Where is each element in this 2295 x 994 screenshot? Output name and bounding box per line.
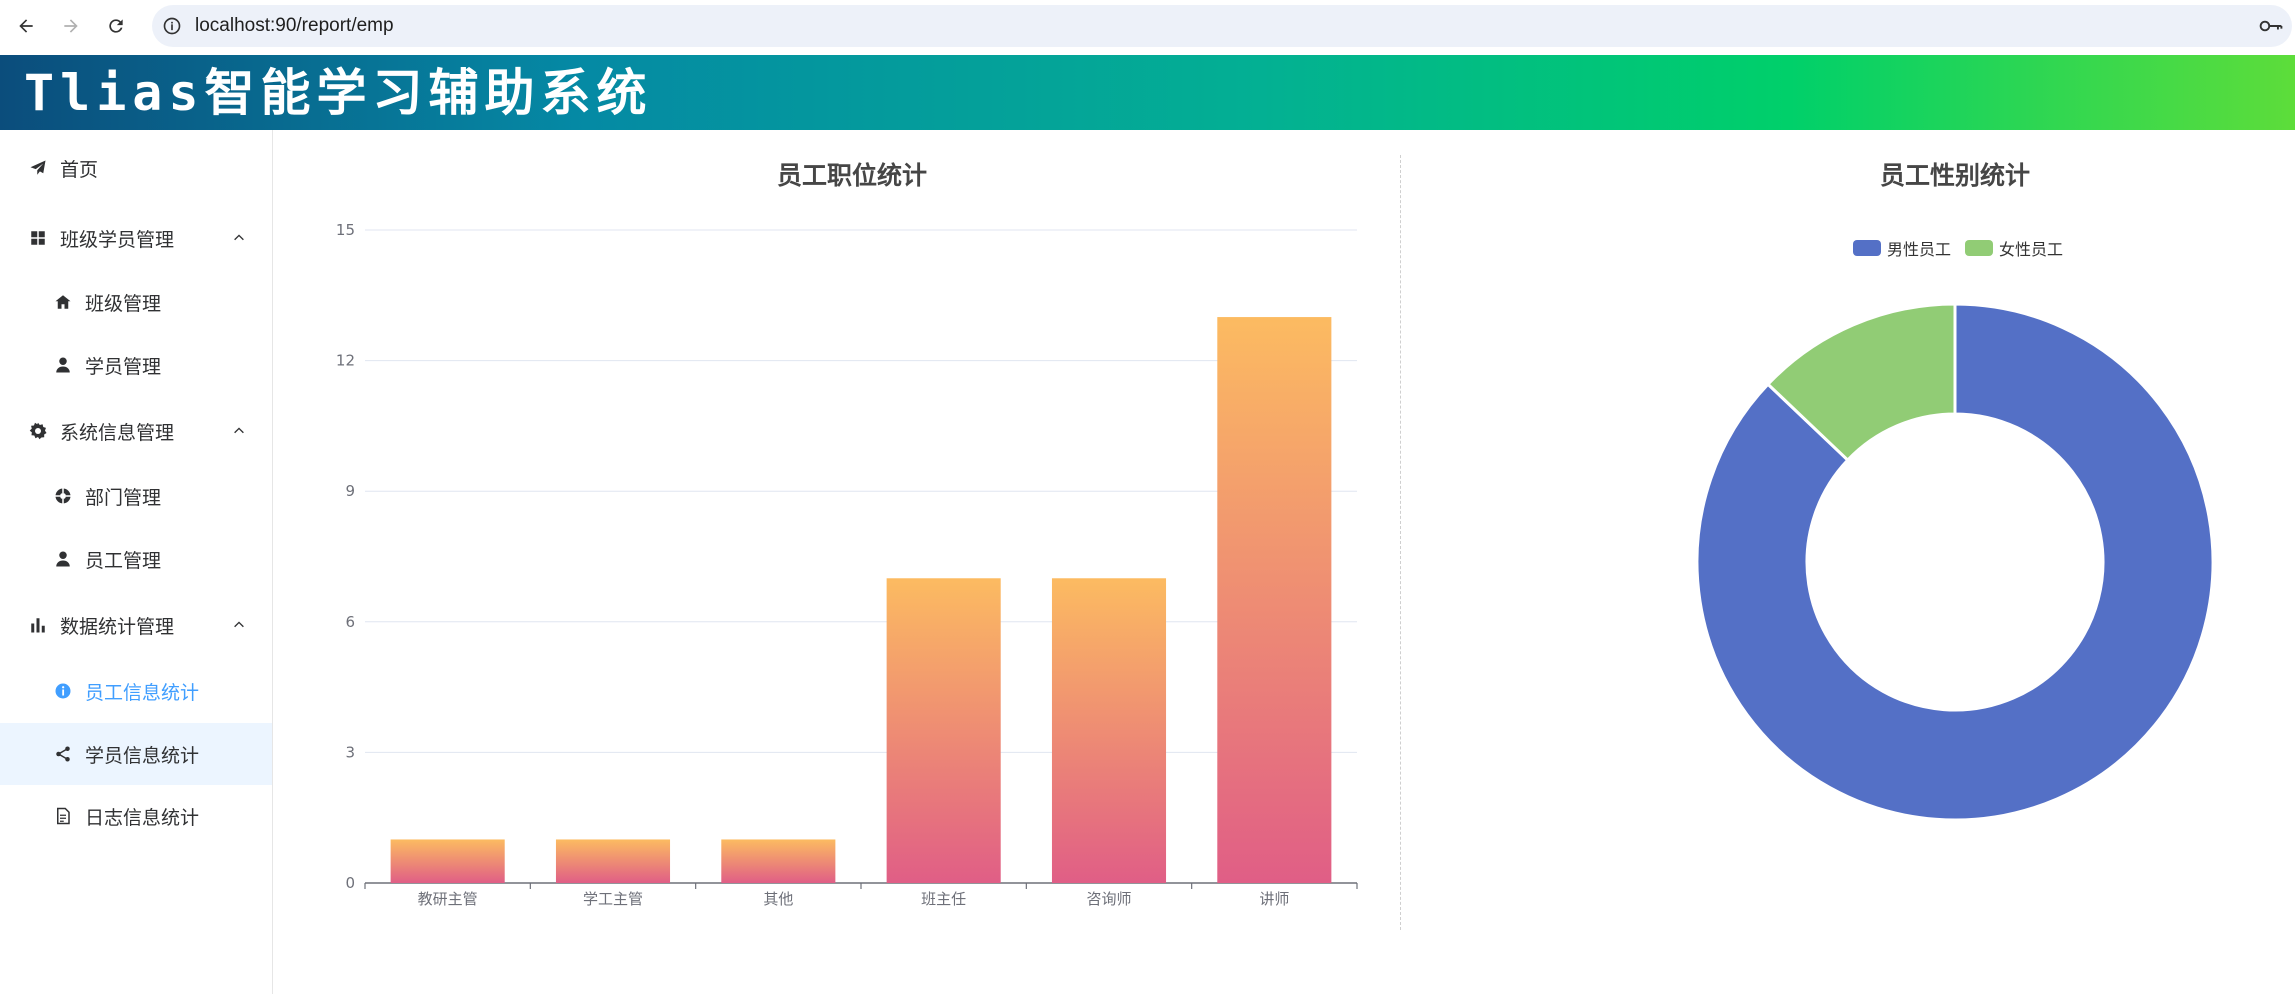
user-icon — [53, 355, 73, 375]
reload-icon[interactable] — [102, 12, 130, 40]
bar[interactable] — [1217, 317, 1332, 883]
grid-icon — [28, 228, 48, 248]
sidebar-item-home[interactable]: 首页 — [0, 137, 272, 199]
sidebar-item-label: 员工信息统计 — [85, 681, 200, 704]
legend-label: 女性员工 — [1999, 240, 2064, 259]
y-tick-label: 6 — [345, 613, 355, 631]
chevron-up-icon — [234, 427, 244, 434]
password-key-icon[interactable] — [2258, 16, 2284, 36]
sidebar-item-label: 学员管理 — [85, 355, 162, 378]
submenu-system-info[interactable]: 系统信息管理 — [0, 400, 272, 462]
chevron-up-icon — [234, 621, 244, 628]
chart-divider — [1400, 155, 1401, 930]
legend-label: 男性员工 — [1887, 240, 1952, 259]
sidebar-item-label: 员工管理 — [85, 549, 162, 572]
document-icon — [53, 806, 73, 826]
y-tick-label: 9 — [345, 482, 355, 500]
app-header: Tlias智能学习辅助系统 — [0, 55, 2295, 130]
paper-plane-icon — [28, 158, 48, 178]
back-arrow-icon[interactable] — [12, 12, 40, 40]
url-text[interactable]: localhost:90/report/emp — [195, 15, 394, 37]
sidebar-item-label: 学员信息统计 — [85, 744, 200, 767]
x-tick-label: 教研主管 — [418, 890, 478, 908]
bar[interactable] — [1051, 578, 1167, 883]
site-info-icon[interactable] — [162, 16, 182, 36]
bar-chart-icon — [28, 615, 48, 635]
pie-chart-title: 员工性别统计 — [1879, 161, 2030, 190]
submenu-label: 班级学员管理 — [60, 228, 175, 251]
legend-item-female[interactable]: 女性员工 — [1965, 236, 2063, 260]
y-tick-label: 3 — [345, 743, 355, 761]
info-icon — [53, 681, 73, 701]
sidebar-item-label: 班级管理 — [85, 292, 162, 315]
app-title: Tlias智能学习辅助系统 — [24, 64, 653, 122]
submenu-label: 数据统计管理 — [60, 615, 175, 638]
pie-legend: 男性员工 女性员工 — [1853, 237, 2077, 259]
home-icon — [53, 292, 73, 312]
sidebar-item-class-management[interactable]: 班级管理 — [0, 271, 272, 333]
bar[interactable] — [555, 839, 671, 883]
aperture-icon — [53, 486, 73, 506]
x-tick-label: 咨询师 — [1086, 890, 1131, 908]
x-tick-label: 学工主管 — [583, 890, 643, 908]
y-tick-label: 0 — [345, 874, 355, 892]
user-icon — [53, 549, 73, 569]
submenu-data-statistics[interactable]: 数据统计管理 — [0, 594, 272, 656]
sidebar-item-department-management[interactable]: 部门管理 — [0, 465, 272, 527]
submenu-class-student[interactable]: 班级学员管理 — [0, 207, 272, 269]
address-bar[interactable]: localhost:90/report/emp — [152, 5, 2292, 47]
position-bar-chart: 0 3 6 9 12 15 教研主管 学工主管 其他 班主任 咨询师 讲师 — [336, 221, 1358, 908]
browser-toolbar: localhost:90/report/emp — [0, 0, 2295, 55]
bar-chart-title: 员工职位统计 — [776, 161, 927, 190]
gender-donut-chart — [1695, 302, 2215, 822]
sidebar-item-student-management[interactable]: 学员管理 — [0, 334, 272, 396]
legend-item-male[interactable]: 男性员工 — [1853, 236, 1951, 260]
sidebar-item-employee-management[interactable]: 员工管理 — [0, 528, 272, 590]
legend-swatch — [1965, 240, 1994, 256]
bar[interactable] — [390, 839, 505, 883]
legend-swatch — [1853, 240, 1881, 256]
chevron-up-icon — [234, 234, 244, 241]
submenu-label: 系统信息管理 — [60, 421, 175, 444]
gear-icon — [28, 421, 48, 441]
sidebar-item-employee-statistics[interactable]: 员工信息统计 — [0, 660, 272, 722]
y-tick-label: 15 — [336, 221, 355, 239]
x-tick-label: 讲师 — [1259, 890, 1289, 908]
forward-arrow-icon[interactable] — [57, 12, 85, 40]
sidebar-item-log-statistics[interactable]: 日志信息统计 — [0, 785, 272, 847]
sidebar-item-label: 部门管理 — [85, 486, 162, 509]
sidebar-item-student-statistics[interactable]: 学员信息统计 — [0, 723, 272, 785]
bar[interactable] — [721, 839, 836, 883]
sidebar: 首页 班级学员管理 班级管理 学员管理 系统信息管理 部门管理 员工管理 数据统… — [0, 130, 273, 994]
y-tick-label: 12 — [336, 352, 355, 370]
x-tick-label: 班主任 — [921, 890, 966, 908]
sidebar-item-label: 首页 — [60, 158, 99, 181]
x-tick-label: 其他 — [763, 890, 793, 908]
bar[interactable] — [886, 578, 1001, 883]
sidebar-item-label: 日志信息统计 — [85, 806, 200, 829]
share-icon — [53, 744, 73, 764]
